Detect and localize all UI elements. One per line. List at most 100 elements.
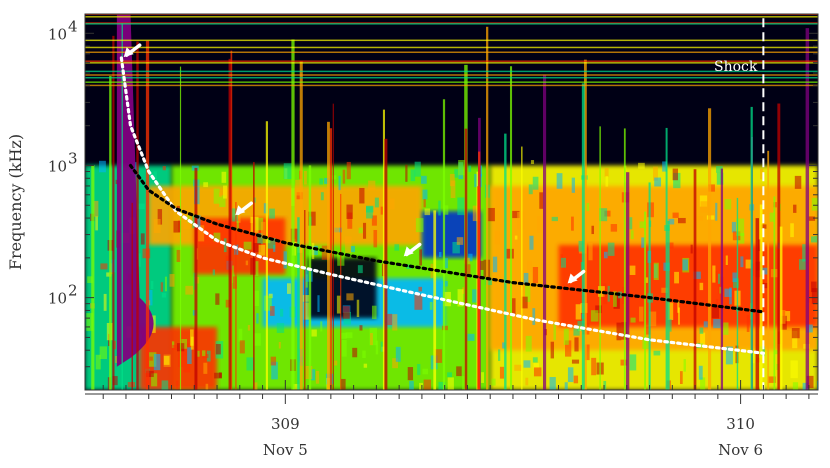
interference-line	[85, 62, 818, 64]
heatmap-cell	[529, 235, 534, 250]
x-tick-label: 310	[726, 415, 755, 433]
heatmap-cell	[511, 298, 516, 316]
heatmap-cell	[319, 178, 324, 185]
heatmap-cell	[423, 379, 432, 390]
heatmap-cell	[407, 367, 414, 381]
heatmap-cell	[218, 372, 222, 378]
heatmap-cell	[320, 192, 324, 201]
heatmap-cell	[278, 341, 281, 349]
heatmap-cell	[816, 380, 818, 390]
heatmap-cell	[487, 207, 495, 222]
burst-streak	[297, 217, 300, 390]
burst-streak	[759, 204, 763, 390]
heatmap-cell	[421, 175, 427, 184]
heatmap-cell	[345, 332, 353, 339]
heatmap-cell	[202, 350, 206, 357]
heatmap-cell	[342, 169, 346, 184]
heatmap-cell	[700, 201, 709, 213]
heatmap-cell	[103, 293, 107, 311]
burst-streak	[291, 39, 295, 390]
heatmap-cell	[467, 333, 475, 341]
heatmap-cell	[346, 293, 354, 301]
heatmap-cell	[575, 304, 582, 320]
heatmap-cell	[498, 349, 501, 361]
heatmap-cell	[724, 199, 732, 210]
heatmap-cell	[163, 356, 170, 365]
burst-streak	[626, 172, 630, 390]
heatmap-cell	[172, 344, 178, 350]
heatmap-cell	[698, 365, 703, 380]
heatmap-cell	[429, 301, 433, 310]
heatmap-cell	[162, 166, 166, 171]
heatmap-cell	[317, 295, 320, 312]
heatmap-cell	[280, 308, 284, 317]
burst-streak	[464, 128, 468, 390]
heatmap-cell	[270, 356, 277, 366]
heatmap-cell	[711, 305, 720, 319]
heatmap-cell	[699, 282, 704, 291]
heatmap-cell	[525, 335, 532, 352]
heatmap-cell	[481, 372, 485, 383]
heatmap-band	[421, 211, 482, 258]
heatmap-cell	[654, 177, 662, 187]
interference-line	[85, 39, 818, 42]
heatmap-cell	[302, 295, 310, 302]
heatmap-cell	[375, 340, 379, 355]
burst-streak	[109, 75, 112, 390]
heatmap-cell	[333, 223, 340, 239]
heatmap-cell	[699, 327, 704, 334]
heatmap-cell	[525, 377, 529, 386]
heatmap-cell	[303, 170, 307, 185]
burst-streak	[442, 99, 446, 390]
heatmap-cell	[357, 265, 363, 274]
heatmap-cell	[567, 367, 574, 383]
heatmap-cell	[100, 263, 108, 270]
heatmap-cell	[153, 353, 161, 371]
heatmap-cell	[213, 188, 220, 204]
heatmap-cell	[153, 218, 161, 234]
burst-streak	[194, 167, 198, 390]
heatmap-cell	[713, 318, 721, 329]
heatmap-cell	[607, 242, 615, 256]
burst-streak	[504, 133, 507, 390]
heatmap-cell	[389, 198, 395, 210]
y-tick-exponent: 3	[68, 149, 78, 167]
heatmap-cell	[808, 216, 816, 221]
heatmap-cell	[679, 371, 683, 384]
heatmap-cell	[550, 341, 555, 359]
burst-streak	[623, 128, 626, 390]
heatmap-cell	[320, 321, 323, 332]
heatmap-cell	[669, 319, 672, 332]
heatmap-cell	[205, 383, 209, 390]
heatmap-cell	[373, 229, 378, 248]
heatmap-cell	[395, 346, 401, 362]
y-tick-exponent: 4	[68, 17, 78, 35]
interference-line	[85, 16, 818, 18]
heatmap-cell	[387, 313, 393, 326]
heatmap-cell	[574, 337, 579, 352]
heatmap-cell	[250, 257, 256, 275]
heatmap-cell	[523, 360, 531, 368]
heatmap-cell	[454, 169, 459, 178]
heatmap-cell	[438, 200, 441, 216]
heatmap-cell	[560, 257, 566, 268]
interference-line	[85, 60, 818, 62]
heatmap-cell	[456, 366, 462, 377]
heatmap-cell	[173, 220, 181, 233]
heatmap-cell	[215, 343, 221, 355]
dynamic-spectrum-chart: 309Nov 5310Nov 6 10 210 310 4 Shock Frequen…	[6, 13, 819, 459]
heatmap-cell	[311, 242, 315, 260]
heatmap-cell	[591, 357, 597, 376]
heatmap-cell	[341, 339, 347, 357]
heatmap-cell	[532, 176, 539, 190]
heatmap-cell	[571, 359, 580, 364]
heatmap-cell	[605, 176, 609, 187]
heatmap-cell	[703, 321, 708, 328]
heatmap-cell	[499, 366, 505, 379]
heatmap-cell	[794, 175, 802, 189]
heatmap-cell	[492, 256, 498, 273]
heatmap-cell	[653, 350, 661, 356]
heatmap-cell	[356, 299, 360, 318]
heatmap-cell	[517, 211, 525, 230]
heatmap-cell	[223, 185, 227, 199]
